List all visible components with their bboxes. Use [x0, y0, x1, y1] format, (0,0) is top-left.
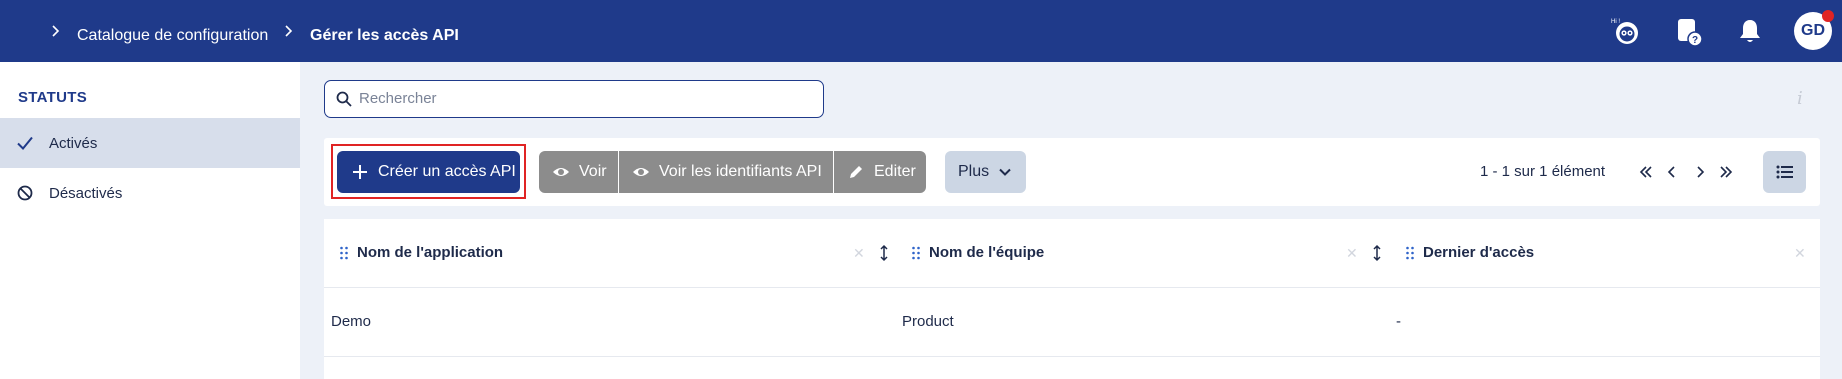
top-bar: [0, 0, 1842, 62]
list-view-button[interactable]: [1763, 151, 1806, 193]
check-icon: [17, 136, 33, 150]
ban-icon: [17, 185, 33, 201]
list-icon: [1776, 165, 1793, 179]
column-header-last-access[interactable]: Dernier d'accès: [1423, 244, 1534, 261]
search-input[interactable]: [359, 81, 809, 116]
last-page-icon[interactable]: [1716, 162, 1736, 182]
bell-icon[interactable]: [1733, 14, 1767, 48]
search-box: [324, 80, 824, 118]
more-dropdown-button[interactable]: Plus: [945, 151, 1026, 193]
clear-filter-icon[interactable]: ✕: [1794, 245, 1806, 262]
sort-icon[interactable]: [1371, 244, 1383, 262]
chevron-down-icon: [999, 168, 1011, 176]
sidebar: STATUTS Activés Désactivés: [0, 62, 300, 379]
eye-icon: [633, 168, 649, 176]
drag-handle-icon[interactable]: [911, 245, 921, 261]
notification-dot: [1822, 10, 1834, 22]
previous-page-icon[interactable]: [1662, 162, 1682, 182]
chevron-right-icon: [285, 25, 293, 37]
first-page-icon[interactable]: [1636, 162, 1656, 182]
edit-label: Editer: [874, 163, 916, 180]
search-icon: [336, 91, 352, 107]
plus-icon: [353, 165, 367, 179]
breadcrumb-current: Gérer les accès API: [310, 27, 459, 44]
clear-filter-icon[interactable]: ✕: [853, 245, 865, 262]
clear-filter-icon[interactable]: ✕: [1346, 245, 1358, 262]
table-divider: [324, 287, 1820, 288]
sort-icon[interactable]: [878, 244, 890, 262]
table-cell-application: Demo: [331, 313, 372, 330]
help-badge: ?: [1692, 35, 1698, 46]
create-api-access-label: Créer un accès API: [378, 163, 516, 180]
drag-handle-icon[interactable]: [1405, 245, 1415, 261]
table-cell-last-access: -: [1396, 313, 1401, 330]
assistant-hi-icon[interactable]: Hi !: [1609, 14, 1643, 48]
info-icon[interactable]: i: [1797, 88, 1803, 109]
drag-handle-icon[interactable]: [339, 245, 349, 261]
sidebar-item-actives[interactable]: Activés: [0, 118, 300, 168]
pagination-summary: 1 - 1 sur 1 élément: [1480, 163, 1606, 180]
breadcrumb-item-catalogue[interactable]: Catalogue de configuration: [77, 27, 268, 45]
data-table: [324, 219, 1820, 379]
edit-button[interactable]: Editer: [834, 151, 926, 193]
sidebar-title: STATUTS: [18, 89, 88, 106]
table-divider: [324, 356, 1820, 357]
view-api-ids-button[interactable]: Voir les identifiants API: [619, 151, 833, 193]
view-api-ids-label: Voir les identifiants API: [659, 163, 822, 180]
table-cell-team: Product: [902, 313, 954, 330]
chevron-right-icon: [52, 25, 60, 37]
eye-icon: [553, 168, 569, 176]
sidebar-item-label: Activés: [49, 134, 98, 152]
sidebar-item-desactives[interactable]: Désactivés: [0, 168, 300, 218]
sidebar-item-label: Désactivés: [49, 184, 123, 202]
pencil-icon: [850, 166, 862, 178]
column-header-application[interactable]: Nom de l'application: [357, 244, 503, 261]
more-label: Plus: [958, 163, 990, 180]
help-document-icon[interactable]: ?: [1672, 14, 1706, 48]
column-header-team[interactable]: Nom de l'équipe: [929, 244, 1044, 261]
next-page-icon[interactable]: [1690, 162, 1710, 182]
hi-label: Hi !: [1611, 19, 1620, 25]
create-api-access-button[interactable]: Créer un accès API: [337, 151, 520, 193]
view-label: Voir: [579, 163, 607, 180]
view-button[interactable]: Voir: [539, 151, 618, 193]
